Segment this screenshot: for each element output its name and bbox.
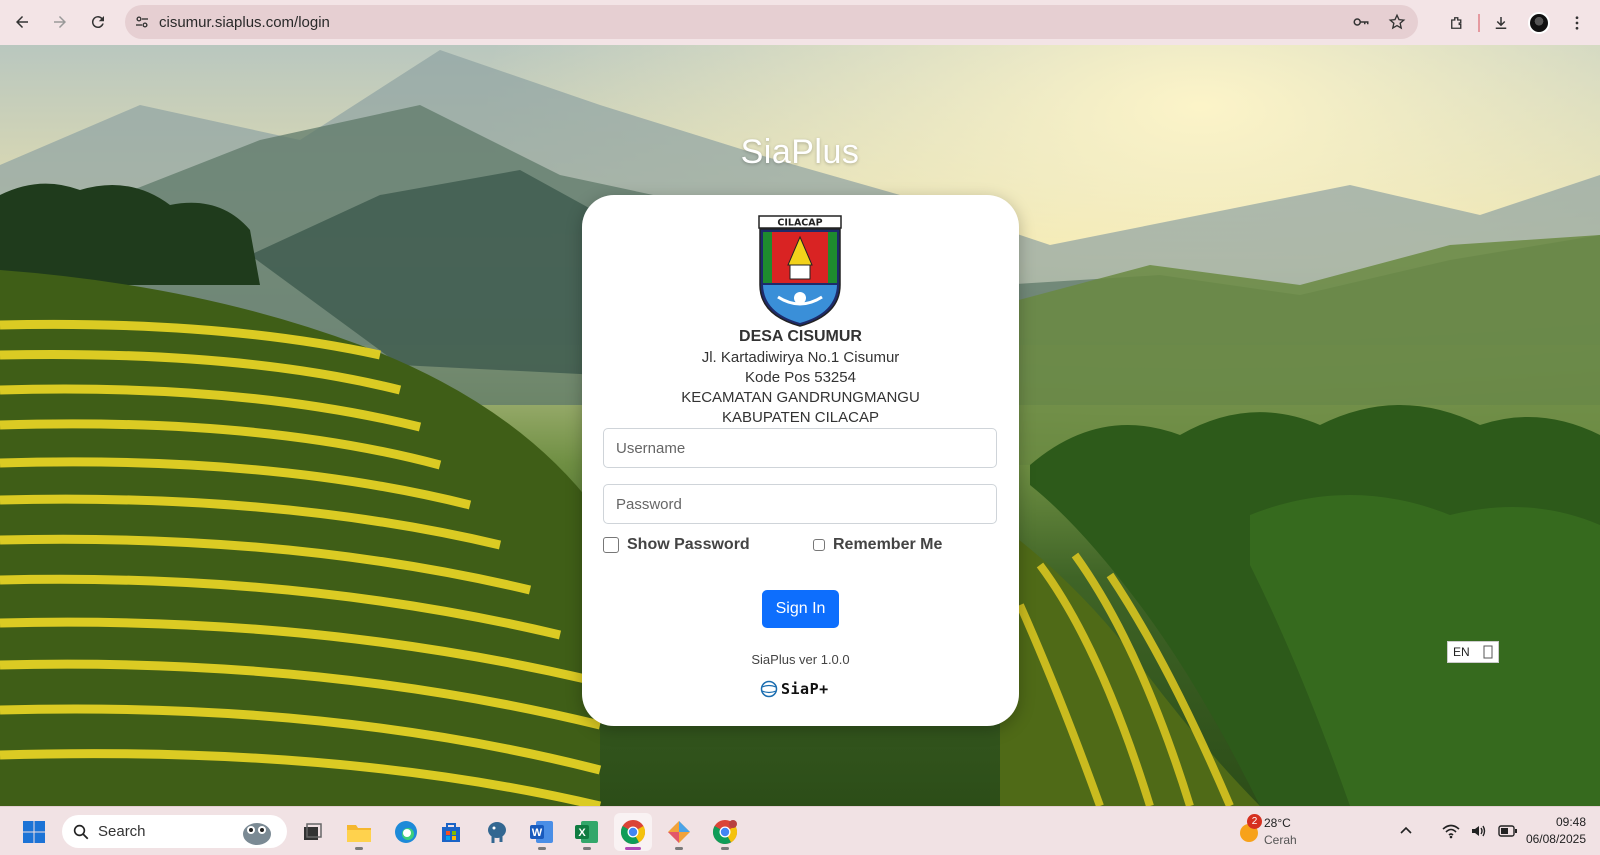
running-indicator <box>583 847 591 850</box>
battery-icon[interactable] <box>1498 824 1518 838</box>
running-indicator <box>721 847 729 850</box>
store-icon[interactable] <box>432 813 470 851</box>
site-info-icon[interactable] <box>125 5 159 39</box>
show-password-label: Show Password <box>627 536 750 553</box>
globe-icon <box>760 680 778 698</box>
weather-desc: Cerah <box>1264 833 1297 847</box>
address-bar[interactable]: cisumur.siaplus.com/login <box>125 5 1418 39</box>
app-icon[interactable] <box>660 813 698 851</box>
clock-date: 06/08/2025 <box>1525 832 1586 846</box>
login-options: Show Password Remember Me <box>603 536 997 558</box>
windows-start-icon[interactable] <box>15 813 53 851</box>
star-icon[interactable] <box>1382 7 1412 37</box>
search-label: Search <box>98 823 146 840</box>
edge-icon[interactable] <box>387 813 425 851</box>
login-card: CILACAP DESA CISUMUR Jl. Kartadiwirya No… <box>582 195 1019 726</box>
clock-time: 09:48 <box>1555 815 1586 829</box>
chevron-up-icon[interactable] <box>1398 823 1414 839</box>
password-key-icon[interactable] <box>1346 7 1376 37</box>
remember-me-label: Remember Me <box>833 536 943 553</box>
remember-me-checkbox[interactable] <box>813 539 825 551</box>
active-indicator <box>625 847 641 850</box>
profile-avatar[interactable] <box>1520 5 1558 41</box>
back-icon[interactable] <box>4 4 40 40</box>
download-icon[interactable] <box>1482 5 1520 41</box>
running-indicator <box>538 847 546 850</box>
menu-icon[interactable] <box>1558 5 1596 41</box>
forward-icon[interactable] <box>42 4 78 40</box>
language-code: EN <box>1453 645 1470 659</box>
extensions-icon[interactable] <box>1438 5 1476 41</box>
svg-text:CILACAP: CILACAP <box>777 218 822 229</box>
running-indicator <box>355 847 363 850</box>
cilacap-emblem: CILACAP <box>758 215 842 327</box>
address-line-4: KABUPATEN CILACAP <box>722 409 879 426</box>
remember-me-option[interactable]: Remember Me <box>813 536 942 554</box>
reload-icon[interactable] <box>80 4 116 40</box>
version-text: SiaPlus ver 1.0.0 <box>751 652 850 667</box>
wifi-icon[interactable] <box>1442 823 1460 839</box>
running-indicator <box>675 847 683 850</box>
excel-icon[interactable]: X <box>568 813 606 851</box>
taskbar-search[interactable]: Search <box>62 815 287 848</box>
search-icon <box>73 824 89 839</box>
show-password-checkbox[interactable] <box>603 537 619 553</box>
url-text[interactable]: cisumur.siaplus.com/login <box>159 14 330 31</box>
chrome-alt-icon[interactable] <box>706 813 744 851</box>
login-page: SiaPlus CILACAP DESA CISUMUR Jl. Kartadi… <box>0 45 1600 806</box>
taskbar-clock[interactable]: 09:48 06/08/2025 <box>1526 814 1586 848</box>
weather-temp: 28°C <box>1264 816 1291 830</box>
brand-title: SiaPlus <box>740 133 860 171</box>
weather-badge: 2 <box>1247 814 1262 829</box>
password-input[interactable] <box>603 484 997 524</box>
sign-in-button[interactable]: Sign In <box>762 590 839 628</box>
volume-icon[interactable] <box>1470 823 1488 839</box>
word-icon[interactable]: W <box>523 813 561 851</box>
postgres-icon[interactable] <box>478 813 516 851</box>
weather-widget[interactable]: 2 28°C Cerah <box>1236 814 1326 850</box>
windows-taskbar: Search W X 2 28°C Cerah 09:48 06/08/2025 <box>0 806 1600 855</box>
svg-text:X: X <box>578 827 586 839</box>
siaplus-footer-logo: SiaP+ <box>760 678 842 700</box>
expand-icon <box>1483 645 1493 659</box>
address-line-3: KECAMATAN GANDRUNGMANGU <box>681 389 920 406</box>
org-name: DESA CISUMUR <box>739 328 862 345</box>
task-view-icon[interactable] <box>293 813 331 851</box>
file-explorer-icon[interactable] <box>340 813 378 851</box>
chrome-icon[interactable] <box>614 813 652 851</box>
address-line-1: Jl. Kartadiwirya No.1 Cisumur <box>701 349 900 366</box>
search-highlight-image <box>243 823 271 845</box>
language-indicator[interactable]: EN <box>1447 641 1499 663</box>
username-input[interactable] <box>603 428 997 468</box>
svg-text:W: W <box>532 827 543 839</box>
toolbar-separator <box>1478 13 1480 32</box>
footer-logo-text: SiaP+ <box>781 680 829 698</box>
browser-toolbar: cisumur.siaplus.com/login <box>0 0 1600 45</box>
address-line-2: Kode Pos 53254 <box>745 369 856 386</box>
system-tray <box>1398 819 1518 843</box>
show-password-option[interactable]: Show Password <box>603 536 750 554</box>
